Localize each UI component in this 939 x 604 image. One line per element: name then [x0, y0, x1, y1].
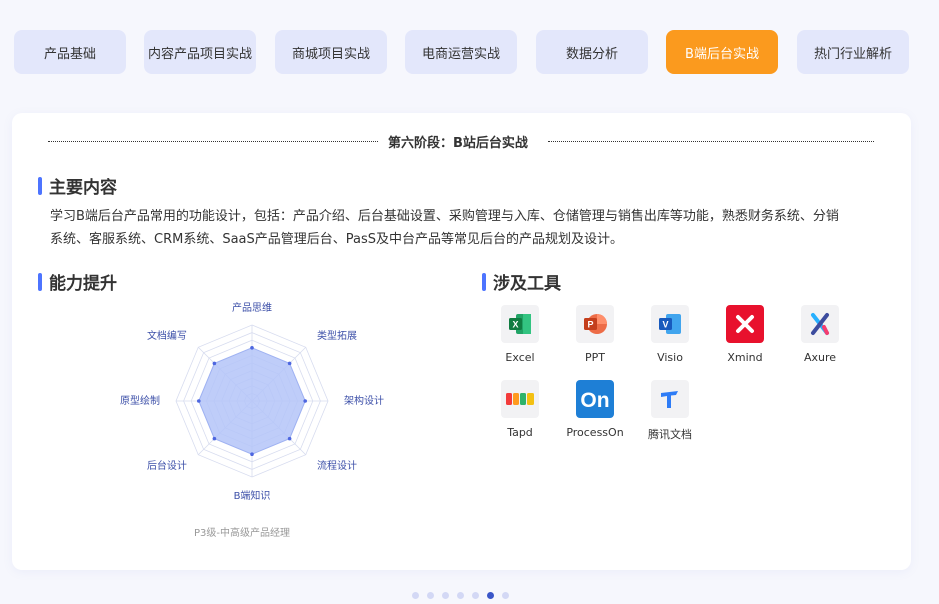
pagination-dot[interactable] — [487, 592, 494, 599]
radar-label: 原型绘制 — [120, 394, 160, 407]
stage-title: 第六阶段：B站后台实战 — [388, 136, 528, 151]
tool-name: Excel — [505, 351, 535, 364]
tab-b-backend[interactable]: B端后台实战 — [666, 30, 778, 74]
radar-caption: P3级-中高级产品经理 — [194, 526, 290, 539]
radar-point — [287, 361, 292, 366]
ability-title: 能力提升 — [49, 274, 117, 294]
tab-industry-analysis[interactable]: 热门行业解析 — [797, 30, 909, 74]
description-line-1: 学习B端后台产品常用的功能设计，包括：产品介绍、后台基础设置、采购管理与入库、仓… — [50, 209, 839, 224]
radar-point — [303, 399, 307, 403]
tab-label: B端后台实战 — [685, 46, 759, 62]
tool-ppt: P PPT — [565, 305, 625, 364]
heading-accent-bar — [482, 272, 486, 291]
processon-icon: On — [576, 380, 614, 418]
powerpoint-icon: P — [576, 305, 614, 343]
radar-point — [212, 436, 217, 441]
tool-name: Axure — [803, 351, 837, 364]
tab-label: 产品基础 — [43, 46, 96, 62]
divider-left — [48, 141, 378, 142]
radar-point — [287, 436, 292, 441]
radar-label: B端知识 — [234, 489, 271, 502]
pagination-dot[interactable] — [442, 592, 449, 599]
tool-name: Xmind — [727, 351, 763, 364]
tab-label: 内容产品项目实战 — [147, 46, 252, 62]
visio-icon: V — [651, 305, 689, 343]
tab-label: 电商运营实战 — [421, 46, 500, 62]
stage-card: 第六阶段：B站后台实战 主要内容 学习B端后台产品常用的功能设计，包括：产品介绍… — [12, 113, 911, 570]
main-content-title: 主要内容 — [49, 178, 117, 198]
divider-right — [548, 141, 874, 142]
radar-label: 文档编写 — [147, 329, 187, 342]
radar-label: 架构设计 — [344, 394, 384, 407]
tab-mall-project[interactable]: 商城项目实战 — [275, 30, 387, 74]
main-content-heading: 主要内容 — [38, 173, 117, 198]
tab-label: 数据分析 — [565, 46, 618, 62]
xmind-icon — [726, 305, 764, 343]
tool-visio: V Visio — [640, 305, 700, 364]
tool-tencent-docs: 腾讯文档 — [640, 380, 700, 442]
radar-label: 类型拓展 — [317, 329, 357, 342]
pagination-dot[interactable] — [502, 592, 509, 599]
tool-axure: Axure — [790, 305, 850, 364]
tool-tapd: Tapd — [490, 380, 550, 439]
tool-name: Visio — [657, 351, 683, 364]
pagination-dot[interactable] — [427, 592, 434, 599]
radar-label: 产品思维 — [232, 301, 272, 314]
ability-heading: 能力提升 — [38, 269, 117, 294]
tool-xmind: Xmind — [715, 305, 775, 364]
svg-text:X: X — [512, 320, 518, 330]
tab-product-basics[interactable]: 产品基础 — [14, 30, 126, 74]
tool-name: ProcessOn — [566, 426, 624, 439]
heading-accent-bar — [38, 176, 42, 195]
main-content-description: 学习B端后台产品常用的功能设计，包括：产品介绍、后台基础设置、采购管理与入库、仓… — [50, 205, 880, 251]
tab-label: 商城项目实战 — [291, 46, 370, 62]
tool-name: PPT — [585, 351, 605, 364]
tools-heading: 涉及工具 — [482, 269, 561, 294]
pagination-dot[interactable] — [457, 592, 464, 599]
radar-point — [197, 399, 201, 403]
description-line-2: 系统、客服系统、CRM系统、SaaS产品管理后台、PasS及中台产品等常见后台的… — [50, 232, 624, 247]
tab-content-product[interactable]: 内容产品项目实战 — [144, 30, 256, 74]
pagination-dot[interactable] — [412, 592, 419, 599]
svg-text:P: P — [587, 320, 593, 330]
tool-name: Tapd — [507, 426, 533, 439]
radar-point — [212, 361, 217, 366]
heading-accent-bar — [38, 272, 42, 291]
svg-text:On: On — [580, 389, 609, 412]
tab-label: 热门行业解析 — [813, 46, 892, 62]
pagination-dot[interactable] — [472, 592, 479, 599]
tencent-docs-icon — [651, 380, 689, 418]
tool-excel: X Excel — [490, 305, 550, 364]
excel-icon: X — [501, 305, 539, 343]
tab-ecommerce-ops[interactable]: 电商运营实战 — [405, 30, 517, 74]
radar-label: 流程设计 — [317, 459, 357, 472]
tab-data-analysis[interactable]: 数据分析 — [536, 30, 648, 74]
tapd-icon — [501, 380, 539, 418]
axure-icon — [801, 305, 839, 343]
tools-title: 涉及工具 — [493, 274, 561, 294]
radar-label: 后台设计 — [147, 459, 187, 472]
tool-name: 腾讯文档 — [648, 428, 692, 441]
stage-tabs: 产品基础 内容产品项目实战 商城项目实战 电商运营实战 数据分析 B端后台实战 … — [14, 30, 910, 75]
radar-point — [250, 346, 254, 350]
svg-text:V: V — [662, 320, 668, 330]
tool-processon: On ProcessOn — [565, 380, 625, 439]
ability-radar-chart: 产品思维类型拓展架构设计流程设计 B端知识 后台设计 原型绘制 文档编写 P3级-中高级… — [120, 301, 384, 539]
radar-point — [250, 452, 254, 456]
